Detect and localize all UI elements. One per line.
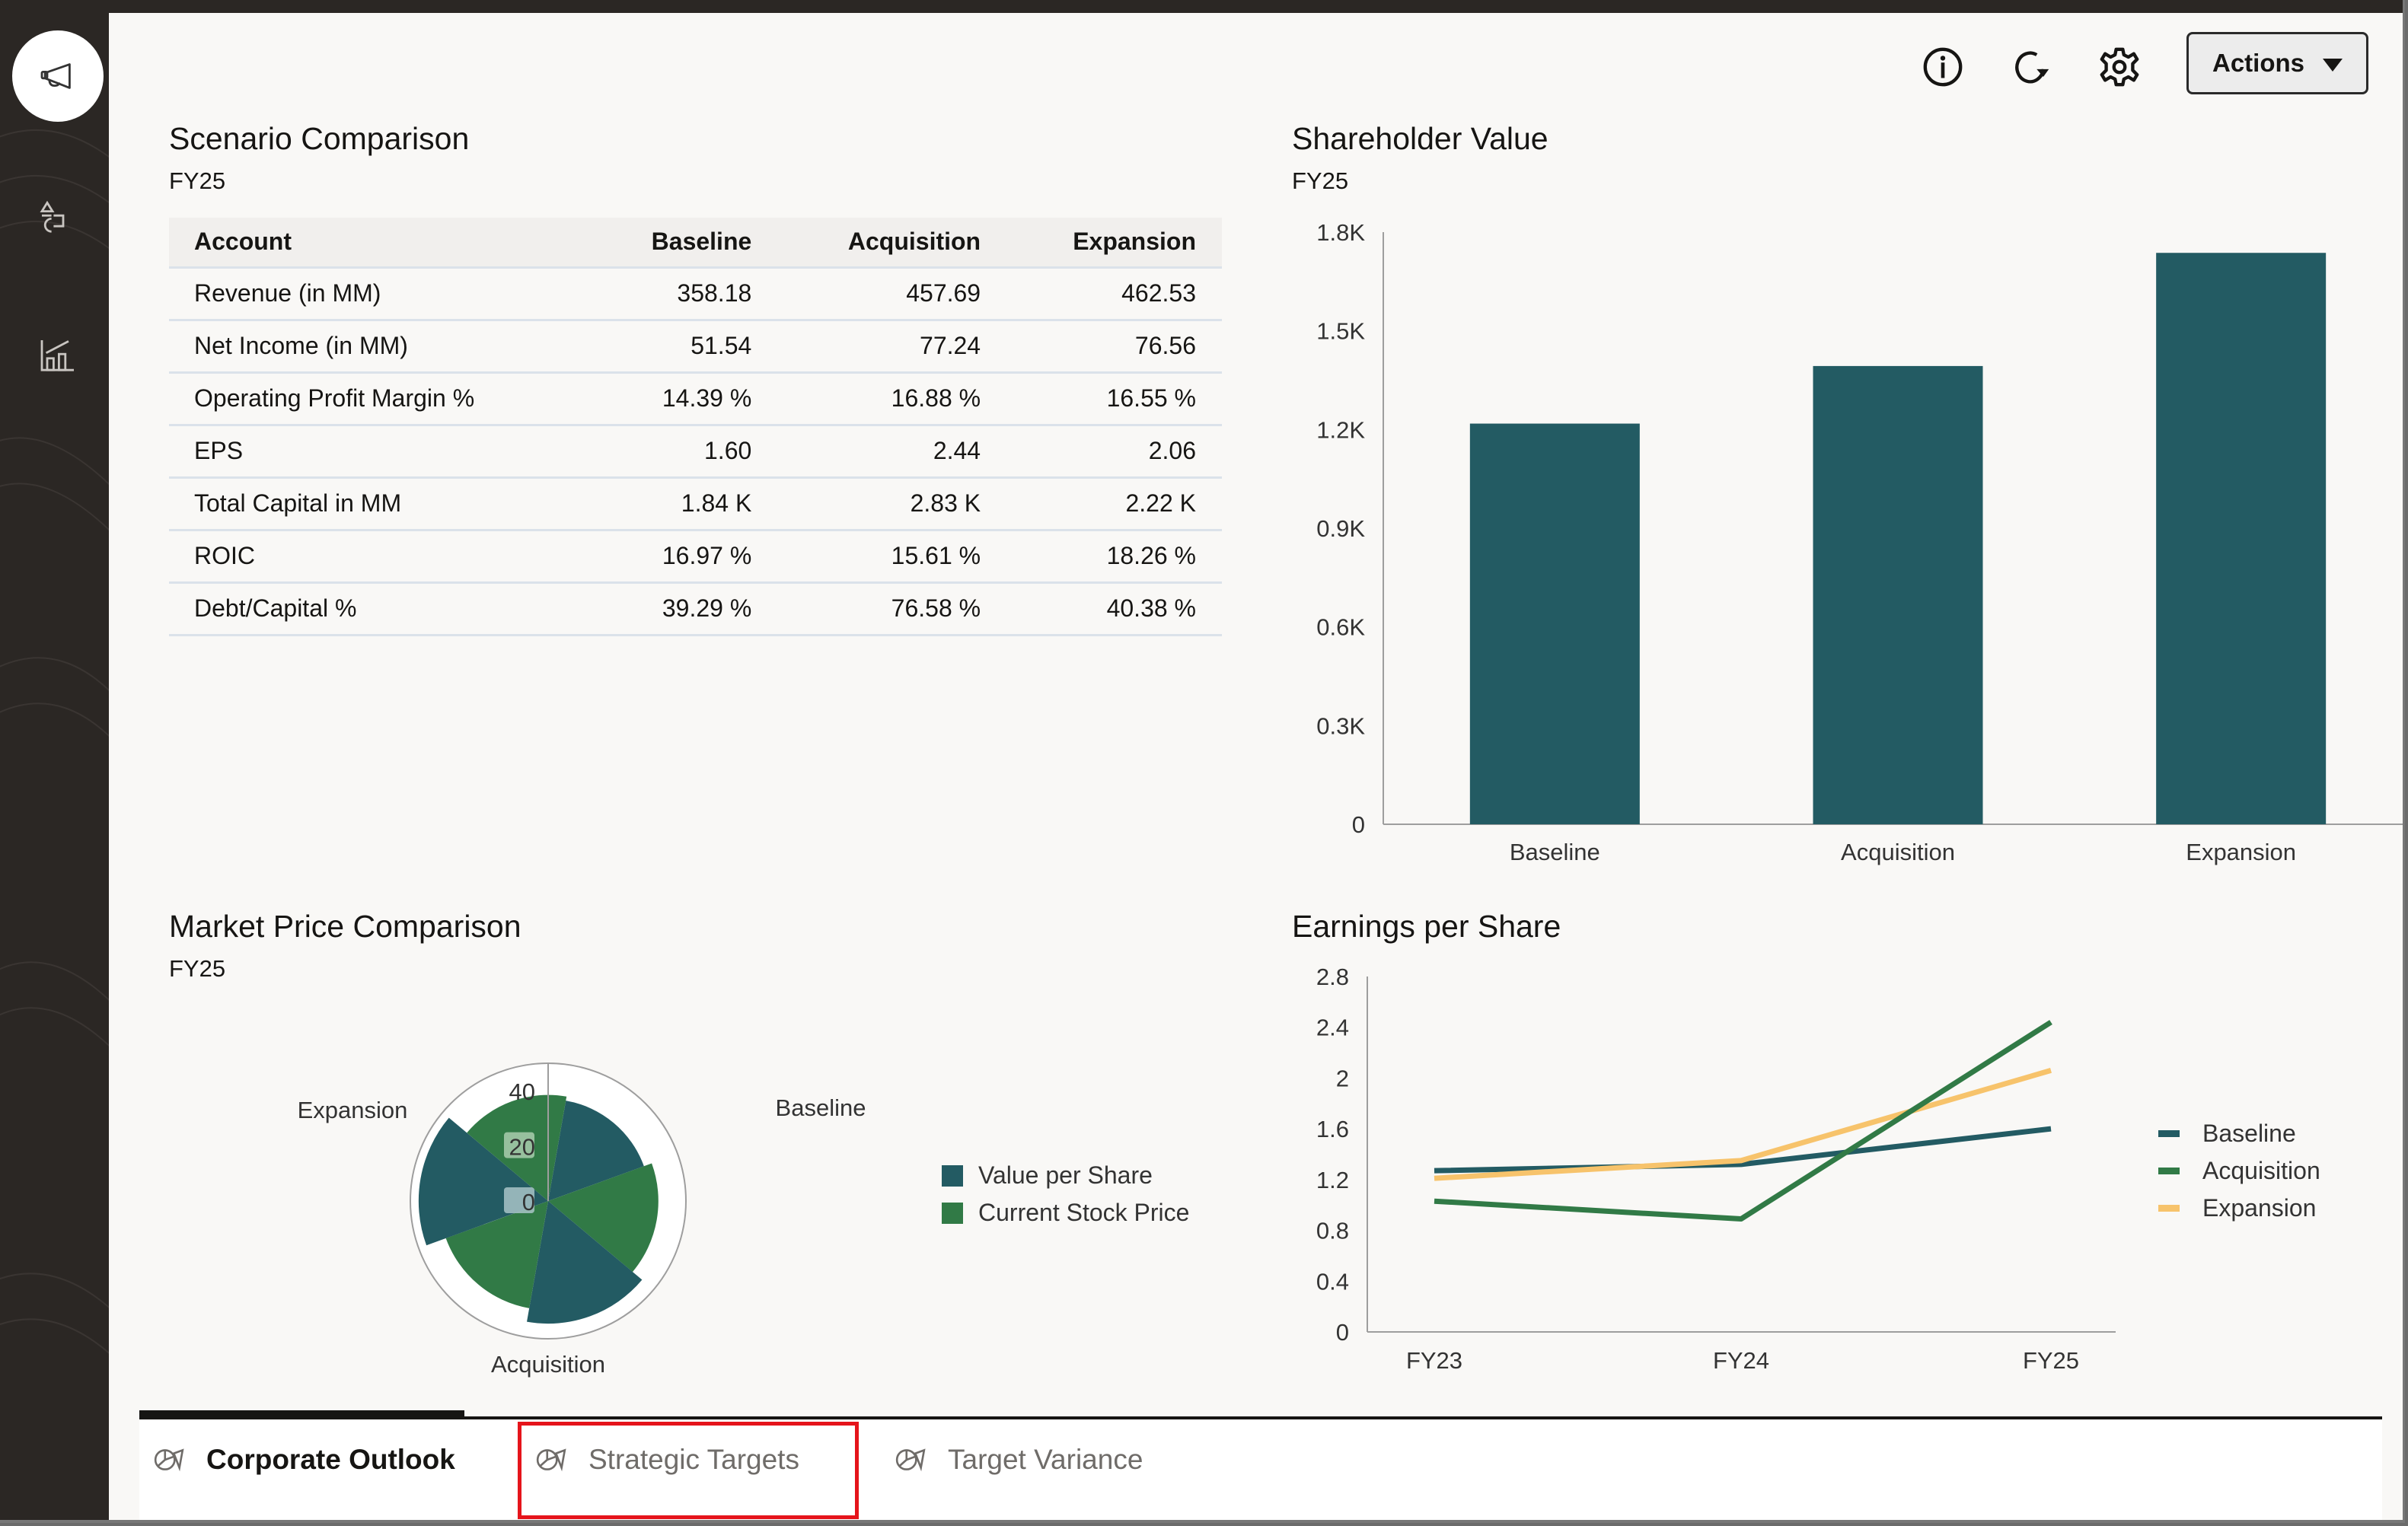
legend-swatch	[2158, 1130, 2180, 1137]
legend-item-expansion[interactable]: Expansion	[2158, 1190, 2320, 1227]
dashboard-tab-bar: Corporate Outlook Strategic Targets Targ…	[139, 1410, 2382, 1520]
y-tick-label: 1.8K	[1316, 219, 1365, 246]
shareholder-value-chart: 0 0.3K 0.6K 0.9K 1.2K 1.5K 1.8K Baseline Acquisi…	[1316, 219, 2403, 865]
bar-acquisition[interactable]	[1813, 365, 1983, 825]
legend-swatch	[942, 1164, 963, 1187]
tab-strategic-targets[interactable]: Strategic Targets	[535, 1419, 799, 1520]
dashboard-icon	[154, 1448, 184, 1472]
shapes-icon	[40, 200, 65, 233]
y-tick-label: 1.5K	[1316, 318, 1365, 345]
x-tick-label: FY24	[1713, 1347, 1769, 1374]
y-tick-label: 0.3K	[1316, 712, 1365, 739]
tab-target-variance[interactable]: Target Variance	[895, 1419, 1143, 1520]
bar-expansion[interactable]	[2156, 253, 2327, 825]
bar-chart-trend-icon	[40, 340, 74, 371]
y-tick-label: 2.4	[1316, 1015, 1349, 1041]
r-tick-label: 0	[522, 1189, 535, 1215]
x-tick-label: FY25	[2023, 1347, 2079, 1374]
y-tick-label: 2.8	[1316, 964, 1349, 990]
sidebar-item-shapes[interactable]	[12, 172, 104, 263]
tab-label: Strategic Targets	[588, 1444, 799, 1475]
bar-baseline[interactable]	[1469, 423, 1640, 824]
sidebar-item-analytics[interactable]	[12, 311, 104, 402]
legend-item-value-per-share[interactable]: Value per Share	[942, 1157, 1189, 1194]
y-tick-label: 0.4	[1316, 1268, 1349, 1295]
charts-layer: 0 0.3K 0.6K 0.9K 1.2K 1.5K 1.8K Baseline Acquisi…	[298, 219, 2403, 1378]
active-tab-indicator	[139, 1410, 464, 1418]
y-tick-label: 0	[1336, 1319, 1349, 1346]
eps-legend: Baseline Acquisition Expansion	[2158, 1115, 2320, 1227]
tab-label: Target Variance	[948, 1444, 1143, 1475]
polar-label-acquisition: Acquisition	[491, 1351, 605, 1378]
legend-label: Current Stock Price	[978, 1199, 1190, 1226]
dashboard-icon	[895, 1448, 926, 1472]
polar-label-baseline: Baseline	[776, 1094, 866, 1121]
legend-label: Value per Share	[978, 1161, 1153, 1189]
legend-label: Expansion	[2202, 1194, 2317, 1222]
y-tick-label: 0	[1352, 811, 1365, 838]
legend-item-current-stock-price[interactable]: Current Stock Price	[942, 1194, 1189, 1231]
y-tick-label: 1.2	[1316, 1167, 1349, 1193]
y-tick-label: 0.9K	[1316, 515, 1365, 542]
y-tick-label: 1.6	[1316, 1116, 1349, 1142]
megaphone-icon	[40, 63, 71, 89]
line-series-acquisition[interactable]	[1434, 1020, 2052, 1222]
tab-corporate-outlook[interactable]: Corporate Outlook	[153, 1419, 455, 1520]
x-tick-label: Expansion	[2186, 839, 2296, 865]
line-series-baseline[interactable]	[1434, 1126, 2052, 1174]
legend-label: Acquisition	[2202, 1157, 2320, 1184]
legend-item-baseline[interactable]: Baseline	[2158, 1115, 2320, 1152]
legend-label: Baseline	[2202, 1120, 2296, 1147]
market-price-legend: Value per Share Current Stock Price	[942, 1157, 1189, 1231]
polar-label-expansion: Expansion	[298, 1097, 408, 1123]
r-tick-label: 20	[509, 1134, 535, 1161]
x-tick-label: Acquisition	[1841, 839, 1955, 865]
r-tick-label: 40	[509, 1078, 535, 1105]
legend-swatch	[2158, 1168, 2180, 1174]
dashboard-icon	[536, 1448, 566, 1472]
line-series-expansion[interactable]	[1434, 1068, 2052, 1181]
y-tick-label: 2	[1336, 1065, 1349, 1091]
y-tick-label: 1.2K	[1316, 416, 1365, 443]
tab-label: Corporate Outlook	[206, 1444, 455, 1475]
legend-item-acquisition[interactable]: Acquisition	[2158, 1152, 2320, 1190]
eps-chart: 0 0.4 0.8 1.2 1.6 2 2.4 2.8 FY23 FY24 FY25	[1316, 964, 2116, 1374]
dashboard-content: Actions Scenario Comparison FY25 Account…	[109, 13, 2403, 1520]
legend-swatch	[2158, 1205, 2180, 1212]
sidebar-item-announcements[interactable]	[12, 30, 104, 122]
legend-swatch	[942, 1202, 963, 1224]
sidebar	[0, 0, 109, 1523]
y-tick-label: 0.6K	[1316, 614, 1365, 641]
market-price-chart: 0 20 40 Baseline Acquisition Expansion	[298, 1062, 866, 1378]
x-tick-label: FY23	[1406, 1347, 1462, 1374]
y-tick-label: 0.8	[1316, 1218, 1349, 1244]
x-tick-label: Baseline	[1510, 839, 1600, 865]
